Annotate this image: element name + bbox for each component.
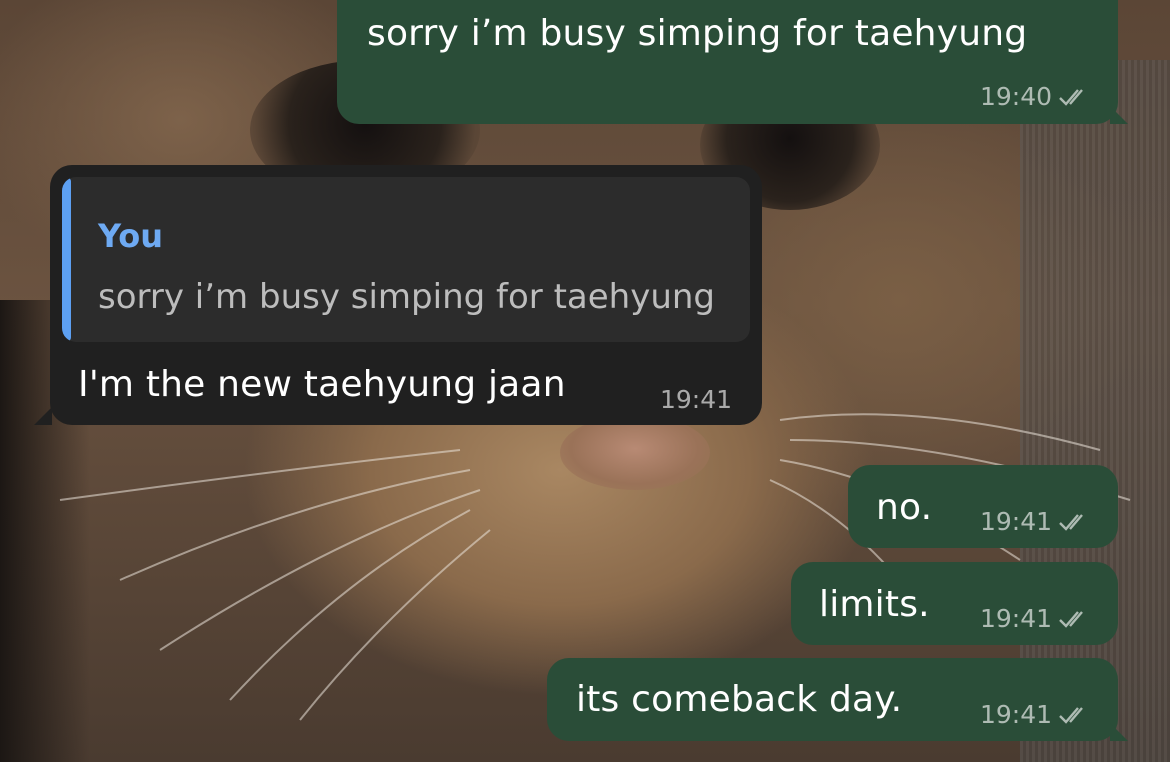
reply-accent-bar: [62, 177, 71, 342]
double-check-icon: [1059, 610, 1083, 628]
message-text: limits.: [819, 584, 930, 625]
outgoing-message-bubble[interactable]: limits. 19:41: [791, 562, 1118, 645]
reply-text: sorry i’m busy simping for taehyung: [98, 277, 715, 317]
message-time: 19:41: [659, 385, 732, 414]
message-meta: 19:41: [980, 604, 1090, 633]
message-text: I'm the new taehyung jaan: [78, 364, 566, 405]
message-meta: 19:41: [980, 700, 1090, 729]
outgoing-message-bubble[interactable]: no. 19:41: [848, 465, 1118, 548]
message-time: 19:41: [979, 604, 1052, 633]
message-meta: 19:40: [980, 82, 1090, 111]
message-text: its comeback day.: [576, 679, 903, 720]
outgoing-message-bubble[interactable]: its comeback day. 19:41: [547, 658, 1118, 741]
incoming-message-bubble[interactable]: You sorry i’m busy simping for taehyung …: [50, 165, 762, 425]
message-time: 19:41: [979, 507, 1052, 536]
double-check-icon: [1059, 706, 1083, 724]
double-check-icon: [1059, 88, 1083, 106]
double-check-icon: [1059, 513, 1083, 531]
message-text: sorry i’m busy simping for taehyung: [367, 13, 1028, 54]
message-time: 19:40: [979, 82, 1052, 111]
outgoing-message-bubble[interactable]: sorry i’m busy simping for taehyung 19:4…: [337, 0, 1118, 124]
reply-quote[interactable]: You sorry i’m busy simping for taehyung: [62, 177, 750, 342]
message-meta: 19:41: [980, 507, 1090, 536]
message-text: no.: [876, 487, 933, 528]
message-meta: 19:41: [660, 385, 732, 414]
reply-author: You: [98, 217, 163, 255]
message-time: 19:41: [979, 700, 1052, 729]
